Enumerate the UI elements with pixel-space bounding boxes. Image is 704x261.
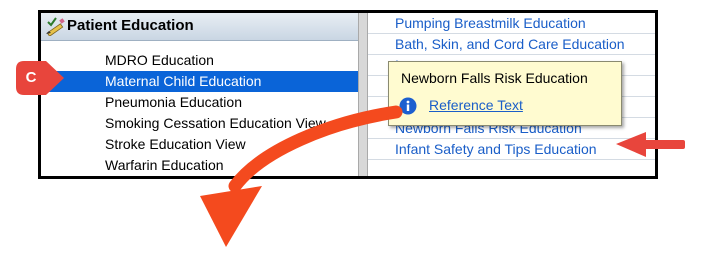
tooltip-title: Newborn Falls Risk Education [401,70,588,86]
right-list-item[interactable]: Bath, Skin, and Cord Care Education [368,34,655,55]
left-panel-header: Patient Education [41,13,358,41]
left-panel-title: Patient Education [67,17,194,34]
tooltip: Newborn Falls Risk Education Reference T… [388,61,622,126]
reference-text-link[interactable]: Reference Text [429,97,523,113]
left-list-item[interactable]: Warfarin Education [41,155,358,176]
left-panel: Patient Education MDRO Education Maternal… [41,13,358,176]
left-list-item[interactable]: Maternal Child Education [41,71,358,92]
callout-badge-label: C [25,69,37,86]
curved-arrow-head [200,186,262,247]
left-list-item[interactable]: Stroke Education View [41,134,358,155]
panel-splitter[interactable] [358,13,368,176]
pencil-icon [46,17,65,36]
left-list-item[interactable]: MDRO Education [41,50,358,71]
right-list-item[interactable]: Infant Safety and Tips Education [368,139,655,160]
right-list-item[interactable]: Pumping Breastmilk Education [368,13,655,34]
left-list-item[interactable]: Smoking Cessation Education View [41,113,358,134]
info-icon [399,97,417,115]
left-list-item[interactable]: Pneumonia Education [41,92,358,113]
